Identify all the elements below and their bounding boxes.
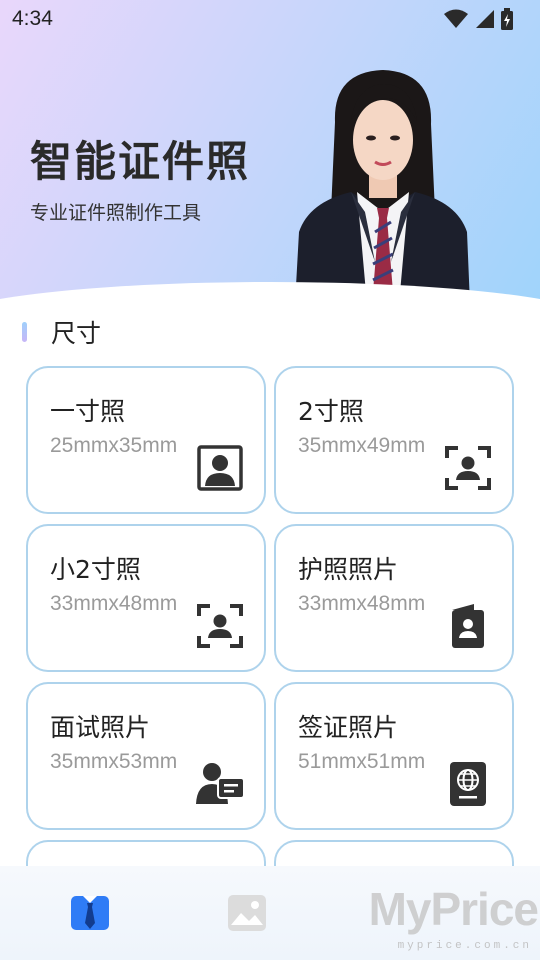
card-size: 51mmx51mm <box>298 750 426 773</box>
section-header: 尺寸 <box>22 314 101 350</box>
card-size: 33mmx48mm <box>50 592 178 615</box>
face-scan-icon <box>445 446 491 490</box>
watermark-domain: myprice.com.cn <box>397 940 532 952</box>
size-card-one-inch[interactable]: 一寸照 25mmx35mm <box>26 366 266 514</box>
status-bar: 4:34 <box>0 0 540 38</box>
suit-tie-icon <box>71 896 109 930</box>
card-size: 35mmx49mm <box>298 434 426 457</box>
hero-title: 智能证件照 <box>30 137 251 186</box>
card-title: 护照照片 <box>298 555 399 584</box>
battery-icon <box>501 8 513 30</box>
card-title: 面试照片 <box>50 713 151 742</box>
card-size: 35mmx53mm <box>50 750 178 773</box>
gallery-image-icon <box>227 895 266 931</box>
passport-photo-icon <box>452 604 484 648</box>
size-card-visa[interactable]: 签证照片 51mmx51mm <box>274 682 514 830</box>
hero-banner: 4:34 智能证件照 专业证件照制作工具 <box>0 0 540 320</box>
size-card-two-inch[interactable]: 2寸照 35mmx49mm <box>274 366 514 514</box>
status-time: 4:34 <box>12 7 53 30</box>
card-title: 2寸照 <box>298 397 364 426</box>
size-card-interview[interactable]: 面试照片 35mmx53mm <box>26 682 266 830</box>
passport-globe-icon <box>450 762 486 806</box>
hero-subtitle: 专业证件照制作工具 <box>30 202 202 224</box>
watermark-brand: MyPrice <box>368 883 539 935</box>
interview-chat-icon <box>196 763 244 804</box>
hero-portrait-image <box>295 70 470 304</box>
card-title: 小2寸照 <box>50 555 141 584</box>
card-title: 签证照片 <box>298 713 399 742</box>
card-title: 一寸照 <box>50 397 126 426</box>
portrait-frame-icon <box>197 445 243 491</box>
watermark-logo: MyPrice myprice.com.cn <box>360 880 540 960</box>
section-title: 尺寸 <box>51 319 102 348</box>
size-card-passport[interactable]: 护照照片 33mmx48mm <box>274 524 514 672</box>
status-icons <box>444 8 514 30</box>
card-size: 25mmx35mm <box>50 434 178 457</box>
wifi-icon <box>444 9 468 28</box>
signal-icon <box>476 10 494 28</box>
section-accent-bar <box>22 322 27 342</box>
face-scan-icon <box>197 604 243 648</box>
nav-tab-id-photo[interactable] <box>0 866 227 960</box>
card-size: 33mmx48mm <box>298 592 426 615</box>
size-card-small-two-inch[interactable]: 小2寸照 33mmx48mm <box>26 524 266 672</box>
